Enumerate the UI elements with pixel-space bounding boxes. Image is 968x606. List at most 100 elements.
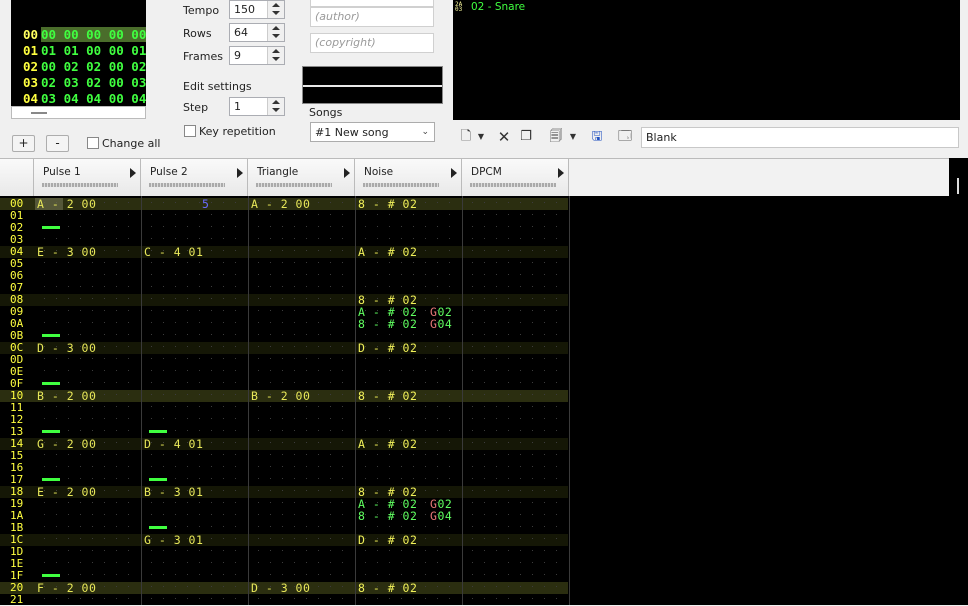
song-select[interactable]: #1 New song ⌄ [310,122,435,142]
note-cell[interactable]: E - 2 00 [37,486,96,498]
channel-header-triangle[interactable]: Triangle [248,159,355,197]
frame-patterns[interactable]: 01 01 00 00 01 [41,43,146,58]
note-cell[interactable]: G - 2 00 [37,438,96,450]
frame-row[interactable]: 04 03 04 04 00 04 [11,91,146,106]
note-cell[interactable]: B - 2 00 [251,390,310,402]
channel-name: Pulse 1 [43,166,81,178]
note-cell[interactable]: D - # 02 [358,342,417,354]
frame-row[interactable]: 03 02 03 02 00 03 [11,75,146,90]
frame-number: 04 [22,91,38,106]
frame-row[interactable]: 01 01 01 00 00 01 [11,43,146,58]
note-release-marker[interactable] [42,382,60,385]
expand-arrow-icon[interactable] [344,168,350,178]
pattern-editor[interactable]: 00 01 02 03 04 05 06 07 08 09 0A 0B 0C 0D 0E 0F 10 11 12 13… [0,196,949,606]
remove-frame-button[interactable]: - [46,135,69,152]
volume-meter [149,183,225,187]
instrument-name-field[interactable]: Blank [641,127,959,148]
note-cell[interactable]: D - 3 00 [251,582,310,594]
frame-row[interactable]: 00 00 00 00 00 00 [11,27,147,42]
frame-patterns[interactable]: 00 00 00 00 00 [41,27,147,42]
instrument-list[interactable] [453,0,960,120]
note-cell[interactable]: 8 - # 02 [358,318,417,330]
expand-arrow-icon[interactable] [130,168,136,178]
add-frame-button[interactable]: + [12,135,35,152]
note-cell[interactable]: 8 - # 02 [358,510,417,522]
key-repetition-checkbox[interactable] [184,125,196,137]
channel-header-pulse1[interactable]: Pulse 1 [34,159,141,197]
tempo-spin-arrows-icon[interactable] [267,1,284,18]
remove-instrument-icon[interactable]: ✕ [495,128,513,146]
instrument-item-snare[interactable]: 02 - Snare [471,1,525,13]
note-cell[interactable]: B - 3 01 [144,486,203,498]
rows-spin-arrows-icon[interactable] [267,24,284,41]
load-instrument-icon[interactable]: 🗐 [547,128,565,146]
note-cell[interactable]: G - 3 01 [144,534,203,546]
sample-visualizer[interactable] [302,66,443,104]
note-cell[interactable]: D - # 02 [358,534,417,546]
tempo-spinner[interactable]: 150 [229,0,285,19]
clone-instrument-icon[interactable]: ❐ [517,128,535,146]
rows-spinner[interactable]: 64 [229,23,285,42]
note-cell[interactable]: E - 3 00 [37,246,96,258]
frames-spin-arrows-icon[interactable] [267,47,284,64]
new-instrument-icon[interactable]: 🗋 [457,128,475,146]
note-release-marker[interactable] [42,478,60,481]
note-cell[interactable]: F - 2 00 [37,582,96,594]
note-release-marker[interactable] [42,226,60,229]
frame-row[interactable]: 02 00 02 02 00 02 [11,59,146,74]
effect-cell[interactable]: G04 [430,510,452,522]
pattern-scrollbar[interactable] [949,158,968,605]
note-cell[interactable]: 8 - # 02 [358,198,417,210]
note-cell[interactable]: A - 2 00 [37,198,96,210]
channel-column[interactable] [463,196,568,605]
channel-header-pulse2[interactable]: Pulse 2 [141,159,248,197]
note-cell[interactable]: 8 - # 02 [358,390,417,402]
edit-instrument-icon[interactable]: 🗔 [616,128,634,146]
frame-list-scrollbar[interactable] [11,106,146,119]
effect-param[interactable]: 04 [437,317,452,331]
effect-param[interactable]: 04 [437,509,452,523]
note-release-marker[interactable] [149,430,167,433]
note-release-marker[interactable] [42,334,60,337]
expand-arrow-icon[interactable] [558,168,564,178]
expand-arrow-icon[interactable] [237,168,243,178]
volume-cell[interactable]: 5 [202,198,209,210]
note-cell[interactable]: A - 2 00 [251,198,310,210]
frame-number: 00 [22,27,38,42]
note-cell[interactable]: A - # 02 [358,246,417,258]
load-instrument-dropdown-icon[interactable]: ▼ [568,128,578,146]
frame-number: 01 [22,43,38,58]
note-cell[interactable]: D - 3 00 [37,342,96,354]
note-cell[interactable]: D - 4 01 [144,438,203,450]
note-cell[interactable]: A - # 02 [358,438,417,450]
change-all-checkbox[interactable] [87,137,99,149]
songs-group-label: Songs [309,106,343,119]
copyright-field[interactable]: (copyright) [310,33,434,53]
note-cell[interactable]: 8 - # 02 [358,582,417,594]
frame-number: 02 [22,59,38,74]
note-release-marker[interactable] [42,574,60,577]
note-cell[interactable]: B - 2 00 [37,390,96,402]
note-cell[interactable]: C - 4 01 [144,246,203,258]
save-instrument-icon[interactable]: 🖫 [588,128,606,146]
note-release-marker[interactable] [149,526,167,529]
frame-patterns[interactable]: 00 02 02 00 02 [41,59,146,74]
note-release-marker[interactable] [149,478,167,481]
expand-arrow-icon[interactable] [451,168,457,178]
song-select-value: #1 New song [315,126,389,139]
author-field[interactable]: (author) [310,7,434,27]
frame-list[interactable]: 00 00 00 00 00 00 01 01 01 00 00 01 02 00 02 … [11,0,147,106]
channel-header-noise[interactable]: Noise [355,159,462,197]
row-header-corner [0,159,34,197]
step-spinner[interactable]: 1 [229,97,285,116]
channel-header-dpcm[interactable]: DPCM [462,159,569,197]
chevron-down-icon: ⌄ [421,127,429,137]
frames-spinner[interactable]: 9 [229,46,285,65]
frame-patterns[interactable]: 02 03 02 00 03 [41,75,146,90]
title-field[interactable] [310,0,434,7]
frame-patterns[interactable]: 03 04 04 00 04 [41,91,146,106]
note-release-marker[interactable] [42,430,60,433]
step-spin-arrows-icon[interactable] [267,98,284,115]
new-instrument-dropdown-icon[interactable]: ▼ [476,128,486,146]
effect-cell[interactable]: G04 [430,318,452,330]
